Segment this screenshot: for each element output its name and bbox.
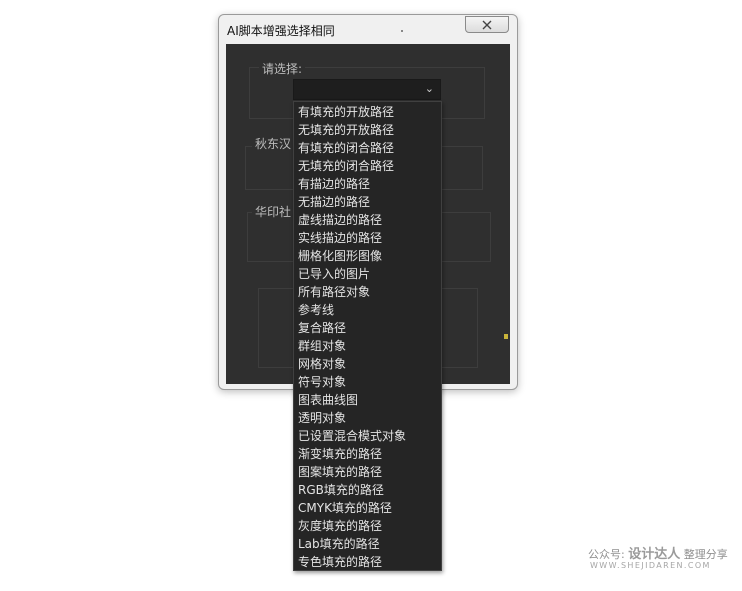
watermark-prefix: 公众号: <box>588 548 625 561</box>
dropdown-option[interactable]: 有填充的开放路径 <box>298 103 394 121</box>
dropdown-option[interactable]: 无填充的开放路径 <box>298 121 394 139</box>
dropdown-option[interactable]: 栅格化图形图像 <box>298 247 382 265</box>
window-title: AI脚本增强选择相同 <box>227 24 335 38</box>
cursor-marker <box>504 334 508 339</box>
dropdown-option[interactable]: 无描边的路径 <box>298 193 370 211</box>
dropdown-option[interactable]: 参考线 <box>298 301 334 319</box>
watermark-brand: 设计达人 <box>628 547 681 562</box>
dropdown-option[interactable]: RGB填充的路径 <box>298 481 384 499</box>
dropdown-option[interactable]: 虚线描边的路径 <box>298 211 382 229</box>
chevron-down-icon: ⌄ <box>424 82 434 95</box>
dropdown-option[interactable]: 所有路径对象 <box>298 283 370 301</box>
dropdown-option[interactable]: 符号对象 <box>298 373 346 391</box>
dropdown-option[interactable]: 群组对象 <box>298 337 346 355</box>
dropdown-option[interactable]: 网格对象 <box>298 355 346 373</box>
publisher-label: 华印社 <box>252 203 295 220</box>
dropdown-option[interactable]: 已导入的图片 <box>298 265 370 283</box>
dropdown-option[interactable]: 渐变填充的路径 <box>298 445 382 463</box>
watermark-brand-line: 公众号: 设计达人 整理分享 <box>588 543 728 562</box>
dropdown-option[interactable]: 已设置混合模式对象 <box>298 427 406 445</box>
dropdown-option[interactable]: 有填充的闭合路径 <box>298 139 394 157</box>
author-label: 秋东汉 <box>252 135 295 152</box>
dropdown-option[interactable]: 无填充的闭合路径 <box>298 157 394 175</box>
dropdown-option[interactable]: 透明对象 <box>298 409 346 427</box>
dropdown-option[interactable]: 灰度填充的路径 <box>298 517 382 535</box>
watermark-suffix: 整理分享 <box>683 548 728 561</box>
title-bar-dot <box>401 30 403 32</box>
select-label: 请选择: <box>259 60 306 77</box>
close-button[interactable] <box>465 16 509 33</box>
title-bar[interactable]: AI脚本增强选择相同 <box>219 15 517 43</box>
type-dropdown-list[interactable]: 有填充的开放路径 无填充的开放路径 有填充的闭合路径 无填充的闭合路径 有描边的… <box>293 101 442 571</box>
dropdown-option[interactable]: 图表曲线图 <box>298 391 358 409</box>
close-icon <box>482 20 492 29</box>
watermark: 公众号: 设计达人 整理分享 WWW.SHEJIDAREN.COM <box>588 543 728 573</box>
dropdown-option[interactable]: CMYK填充的路径 <box>298 499 392 517</box>
dropdown-option[interactable]: 专色填充的路径 <box>298 553 382 571</box>
dropdown-option[interactable]: 实线描边的路径 <box>298 229 382 247</box>
dropdown-option[interactable]: 图案填充的路径 <box>298 463 382 481</box>
dropdown-option[interactable]: 有描边的路径 <box>298 175 370 193</box>
dropdown-option[interactable]: Lab填充的路径 <box>298 535 380 553</box>
watermark-url: WWW.SHEJIDAREN.COM <box>590 561 711 570</box>
type-select[interactable]: ⌄ <box>293 79 441 100</box>
dropdown-option[interactable]: 复合路径 <box>298 319 346 337</box>
